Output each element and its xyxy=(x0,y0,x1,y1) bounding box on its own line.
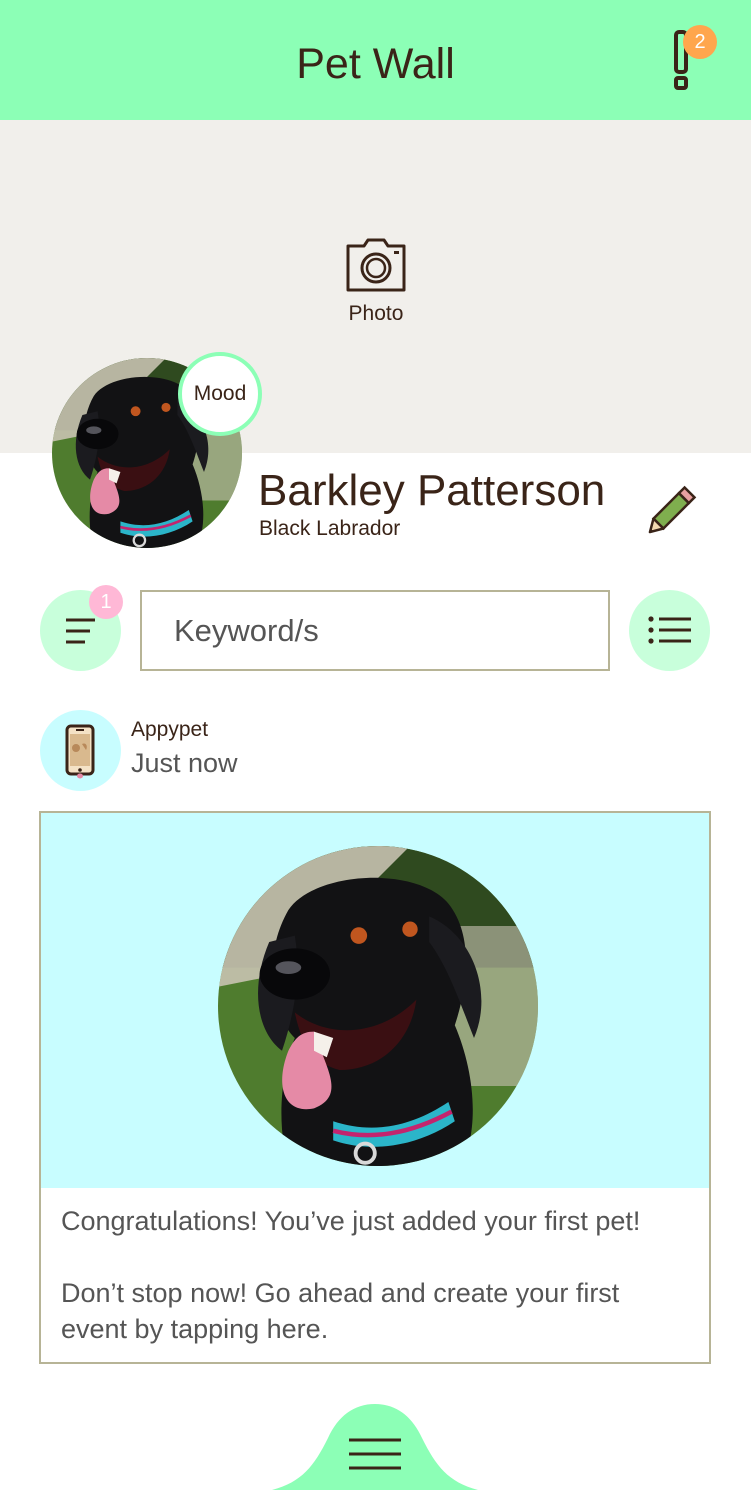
photo-label: Photo xyxy=(348,302,404,325)
post-message[interactable]: Congratulations! You’ve just added your … xyxy=(61,1203,691,1347)
post-pet-photo xyxy=(218,846,538,1166)
post-timestamp: Just now xyxy=(131,748,238,778)
page-title: Pet Wall xyxy=(296,40,455,88)
post-media xyxy=(41,813,709,1188)
main-menu-button[interactable] xyxy=(272,1404,478,1490)
keyword-search-input[interactable] xyxy=(140,590,610,671)
dog-photo xyxy=(218,846,538,1166)
list-view-button[interactable] xyxy=(629,590,710,671)
edit-pet-button[interactable] xyxy=(644,478,704,538)
notification-count-badge: 2 xyxy=(683,25,717,59)
app-header: Pet Wall 2 xyxy=(0,0,751,120)
pet-breed: Black Labrador xyxy=(259,517,401,540)
filter-count-badge: 1 xyxy=(89,585,123,619)
add-cover-photo-button[interactable]: Photo xyxy=(326,236,426,336)
phone-pet-icon xyxy=(65,724,95,779)
pet-name: Barkley Patterson xyxy=(258,466,606,515)
bulleted-list-icon xyxy=(648,616,691,644)
hamburger-menu-icon xyxy=(272,1404,478,1490)
post-author-name[interactable]: Appypet xyxy=(131,718,208,742)
post-message-line: Congratulations! You’ve just added your … xyxy=(61,1206,641,1236)
post-card[interactable]: Congratulations! You’ve just added your … xyxy=(39,811,711,1364)
pencil-icon xyxy=(648,485,697,534)
post-author-avatar[interactable] xyxy=(40,710,121,791)
camera-icon xyxy=(346,238,406,292)
post-message-line: Don’t stop now! Go ahead and create your… xyxy=(61,1278,620,1344)
mood-button[interactable]: Mood xyxy=(178,352,262,436)
